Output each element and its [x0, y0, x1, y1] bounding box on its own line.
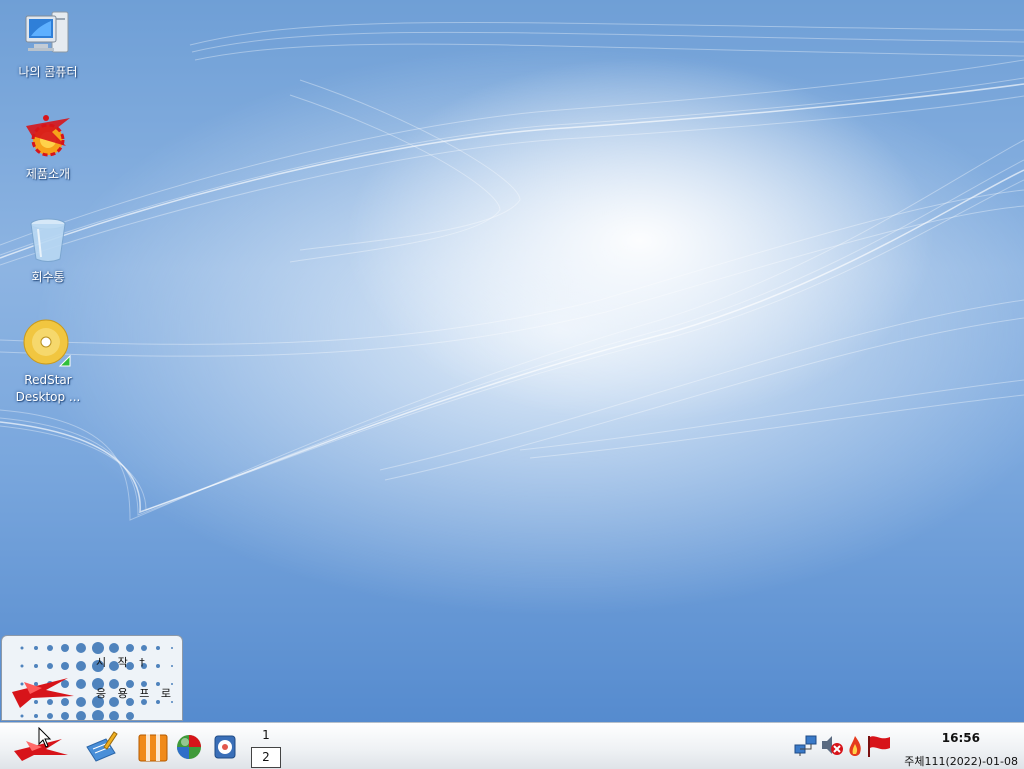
cd-disc-icon: [23, 319, 71, 367]
volume-muted-icon[interactable]: [820, 733, 844, 757]
popup-line-start: 시 작 †: [96, 656, 149, 669]
taskbar: 1 2 16:56 주체111(2022)-01-08: [0, 722, 1024, 769]
network-icon[interactable]: [794, 733, 818, 757]
pager-desktop-1[interactable]: 1: [252, 726, 280, 744]
browser-icon[interactable]: [175, 733, 203, 761]
desktop-icon-label: RedStar Desktop ...: [15, 373, 81, 404]
popup-dot-pattern: [12, 642, 173, 720]
wallpaper: [0, 22, 1024, 521]
fire-icon[interactable]: [846, 735, 864, 757]
office-icon[interactable]: [137, 729, 169, 763]
trash-icon: [30, 218, 66, 262]
taskbar-clock[interactable]: 16:56: [942, 731, 980, 745]
desktop-icon-label: 제품소개: [25, 167, 71, 181]
desktop-icon-label: 나의 콤퓨터: [18, 65, 78, 79]
desktop-icon-redstar-desktop[interactable]: RedStar Desktop ...: [0, 318, 96, 406]
computer-icon: [25, 11, 69, 53]
media-icon[interactable]: [212, 731, 238, 761]
popup-line-apps: 응 용 프 로: [96, 687, 175, 700]
taskbar-date: 주체111(2022)-01-08: [904, 755, 1018, 768]
desktop-icon-trash[interactable]: 회수통: [0, 215, 96, 286]
desktop-icon-product-intro[interactable]: 제품소개: [0, 112, 96, 183]
desktop-icon-my-computer[interactable]: 나의 콤퓨터: [0, 10, 96, 81]
red-flag-icon[interactable]: [866, 734, 892, 758]
desktop-icon-label: 회수통: [31, 270, 65, 284]
start-menu-popup[interactable]: 시 작 † 응 용 프 로: [1, 635, 183, 721]
pager-desktop-2[interactable]: 2: [251, 747, 281, 768]
mouse-pointer-icon: [38, 727, 52, 748]
redstar-product-icon: [26, 115, 70, 157]
editor-icon[interactable]: [84, 729, 118, 763]
